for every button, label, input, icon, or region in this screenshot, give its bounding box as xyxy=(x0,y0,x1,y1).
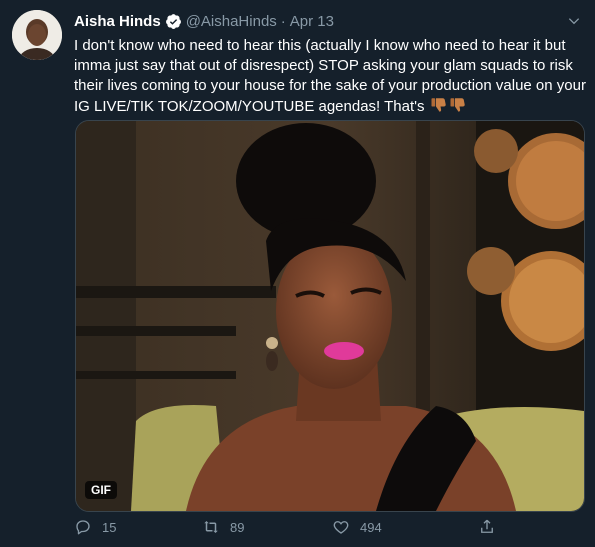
like-count: 494 xyxy=(360,519,382,535)
retweet-count: 89 xyxy=(230,519,245,535)
chevron-down-icon[interactable] xyxy=(567,14,581,28)
share-button[interactable] xyxy=(478,518,496,536)
tweet-actions: 15 89 494 xyxy=(74,518,586,540)
retweet-button[interactable]: 89 xyxy=(202,518,244,536)
like-icon xyxy=(333,521,349,534)
gif-media[interactable]: GIF xyxy=(75,120,585,512)
author-name[interactable]: Aisha Hinds xyxy=(74,13,161,30)
gif-frame xyxy=(76,121,584,511)
reply-count: 15 xyxy=(102,519,117,535)
share-icon xyxy=(481,519,493,533)
thumbs-down-icon xyxy=(431,98,446,112)
thumbs-down-icon xyxy=(450,98,465,112)
reply-button[interactable]: 15 xyxy=(74,518,116,536)
tweet-date[interactable]: Apr 13 xyxy=(290,13,334,30)
like-button[interactable]: 494 xyxy=(332,518,382,536)
tweet-text: I don't know who need to hear this (actu… xyxy=(74,37,586,115)
separator-dot: · xyxy=(280,12,286,30)
author-handle[interactable]: @AishaHinds xyxy=(186,13,277,30)
tweet[interactable]: Aisha Hinds @AishaHinds · Apr 13 I don't… xyxy=(0,0,595,547)
tweet-header: Aisha Hinds @AishaHinds · Apr 13 xyxy=(74,10,581,32)
retweet-icon xyxy=(204,521,218,533)
gif-badge: GIF xyxy=(85,481,117,499)
tweet-text-block: I don't know who need to hear this (actu… xyxy=(74,36,586,117)
reply-icon xyxy=(76,520,90,535)
verified-badge-icon xyxy=(165,13,181,29)
avatar[interactable] xyxy=(12,10,62,60)
